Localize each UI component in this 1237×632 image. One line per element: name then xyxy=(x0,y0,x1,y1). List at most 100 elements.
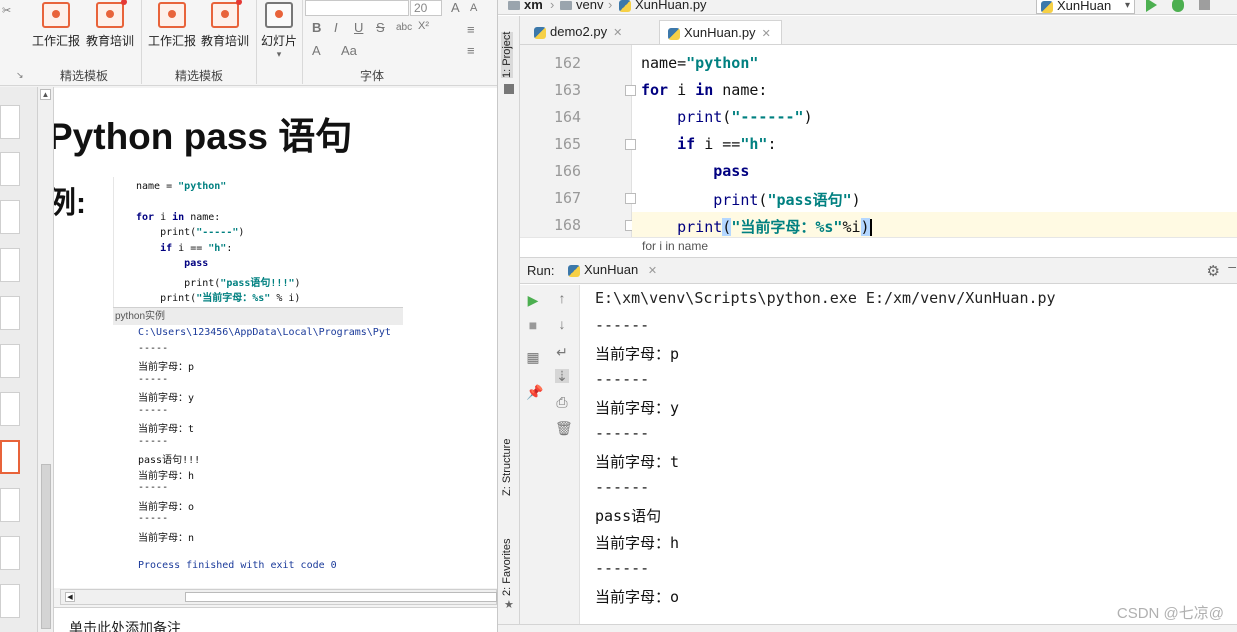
superscript-button[interactable]: X² xyxy=(418,20,429,32)
soft-wrap-icon[interactable]: ↵ xyxy=(555,345,569,359)
horizontal-scrollbar[interactable]: ◀ xyxy=(60,589,497,605)
console-line: ------ xyxy=(595,424,650,442)
close-icon[interactable]: ✕ xyxy=(648,265,657,277)
bold-button[interactable]: B xyxy=(312,20,321,35)
code-line: print("pass语句") xyxy=(713,191,861,209)
print-icon[interactable]: ⎙ xyxy=(555,395,569,409)
console-line: ------ xyxy=(595,478,650,496)
template-icon xyxy=(42,2,70,28)
ribbon-group-label: 字体 xyxy=(359,69,384,83)
close-icon[interactable]: ✕ xyxy=(762,28,771,40)
code-line: print("-----") xyxy=(136,227,245,238)
scrollbar-thumb[interactable] xyxy=(185,592,497,602)
ribbon-item-work-report-1[interactable]: 工作汇报 xyxy=(28,2,84,49)
output-line: ----- xyxy=(138,482,169,493)
tab-xunhuan[interactable]: XunHuan.py ✕ xyxy=(659,20,782,44)
slide-thumbnail[interactable] xyxy=(0,152,20,186)
fold-icon[interactable] xyxy=(625,193,636,204)
tab-demo2[interactable]: demo2.py ✕ xyxy=(526,20,632,44)
scroll-to-end-icon[interactable]: ⇣ xyxy=(555,369,569,383)
slide-thumbnail[interactable] xyxy=(0,536,20,570)
text-caret xyxy=(869,219,872,236)
ribbon-item-slide[interactable]: 幻灯片 ▾ xyxy=(251,2,307,60)
slide-thumbnail[interactable] xyxy=(0,344,20,378)
slide-thumbnail[interactable] xyxy=(0,392,20,426)
notes-placeholder[interactable]: 单击此处添加备注 xyxy=(54,607,497,632)
fold-icon[interactable] xyxy=(625,85,636,96)
layout-icon[interactable]: ▦ xyxy=(526,350,540,364)
run-tab[interactable]: XunHuan ✕ xyxy=(568,262,657,277)
breadcrumb-file[interactable]: XunHuan.py xyxy=(619,0,707,12)
run-icon[interactable] xyxy=(1146,0,1157,12)
slide-thumbnail[interactable] xyxy=(0,105,20,139)
ribbon-divider xyxy=(302,0,303,84)
slide-thumbnail[interactable] xyxy=(0,296,20,330)
output-line: ----- xyxy=(138,374,169,385)
slide-subtitle[interactable]: 例: xyxy=(54,178,86,222)
align-icon[interactable]: ≡ xyxy=(467,22,475,37)
breadcrumb-folder[interactable]: venv xyxy=(560,0,603,12)
debug-icon[interactable] xyxy=(1172,0,1184,12)
font-family-select[interactable] xyxy=(305,0,409,16)
code-line: pass xyxy=(713,162,750,180)
breadcrumb-project[interactable]: xm xyxy=(508,0,543,12)
arrow-down-icon[interactable]: ↓ xyxy=(555,317,569,331)
clipboard-icon[interactable]: ✂ xyxy=(2,4,11,17)
slide-canvas[interactable]: Python pass 语句 例: name = "python" for i … xyxy=(54,88,497,588)
code-breadcrumb[interactable]: for i in name xyxy=(520,237,1237,257)
slide-thumbnail[interactable] xyxy=(0,200,20,234)
trash-icon[interactable]: 🗑 xyxy=(555,421,573,435)
run-configuration-select[interactable]: XunHuan ▾ xyxy=(1036,0,1135,14)
scroll-up-icon[interactable]: ▲ xyxy=(40,89,51,100)
chevron-down-icon: ▾ xyxy=(1124,0,1130,11)
fold-icon[interactable] xyxy=(625,139,636,150)
underline-button[interactable]: U xyxy=(354,20,363,35)
code-screenshot[interactable]: name = "python" for i in name: print("--… xyxy=(113,177,403,308)
italic-button[interactable]: I xyxy=(334,20,338,35)
rerun-icon[interactable]: ▶ xyxy=(526,293,540,307)
gear-icon[interactable]: ⚙ xyxy=(1207,262,1220,280)
line-number: 168 xyxy=(554,216,582,234)
strikethrough-text-button[interactable]: abc xyxy=(396,22,412,33)
console-line: 当前字母：t xyxy=(595,453,680,471)
shrink-font-icon[interactable]: A xyxy=(470,2,477,14)
console-line: pass语句 xyxy=(595,507,662,525)
dialog-launcher-icon[interactable]: ↘ xyxy=(16,70,24,81)
code-editor[interactable]: 162 163 164 165 166 167 168 name="python… xyxy=(520,45,1237,238)
code-line: print("当前字母：%s"%i) xyxy=(677,218,872,236)
tab-project[interactable]: 1: Project xyxy=(501,31,513,78)
slide-thumbnail[interactable] xyxy=(0,584,20,618)
template-icon xyxy=(96,0,127,28)
slide-thumbnail[interactable] xyxy=(0,488,20,522)
slide-title[interactable]: Python pass 语句 xyxy=(54,106,352,160)
tab-structure[interactable]: Z: Structure xyxy=(501,439,513,496)
strikethrough-button[interactable]: S xyxy=(376,20,385,35)
font-color-button[interactable]: A xyxy=(312,43,321,58)
output-line: Process finished with exit code 0 xyxy=(138,560,337,571)
ribbon-item-work-report-2[interactable]: 工作汇报 xyxy=(144,2,200,49)
close-icon[interactable]: ✕ xyxy=(613,27,622,39)
vertical-scrollbar[interactable]: ▲ xyxy=(38,87,54,632)
breadcrumb-separator: › xyxy=(608,0,613,12)
output-line: 当前字母：n xyxy=(138,533,195,544)
scrollbar-thumb[interactable] xyxy=(41,464,51,629)
minimize-icon[interactable]: – xyxy=(1228,258,1236,274)
arrow-up-icon[interactable]: ↑ xyxy=(555,291,569,305)
ribbon-item-education-1[interactable]: 教育培训 xyxy=(82,0,138,49)
output-screenshot[interactable]: C:\Users\123456\AppData\Local\Programs\P… xyxy=(113,325,403,578)
font-size-select[interactable]: 20 xyxy=(410,0,442,16)
stop-icon[interactable]: ■ xyxy=(526,318,540,332)
slide-thumbnail-selected[interactable] xyxy=(0,440,20,474)
code-line: pass xyxy=(184,258,209,269)
pin-icon[interactable]: 📌 xyxy=(526,385,543,399)
slide-thumbnail[interactable] xyxy=(0,248,20,282)
code-line: name="python" xyxy=(641,54,759,72)
ribbon-item-education-2[interactable]: 教育培训 xyxy=(197,0,253,49)
stop-icon[interactable] xyxy=(1199,0,1210,10)
tab-favorites[interactable]: 2: Favorites xyxy=(501,539,513,596)
grow-font-icon[interactable]: A xyxy=(451,0,460,15)
scroll-left-icon[interactable]: ◀ xyxy=(65,592,75,602)
indent-icon[interactable]: ≡ xyxy=(467,43,475,58)
run-console[interactable]: E:\xm\venv\Scripts\python.exe E:/xm/venv… xyxy=(580,285,1237,632)
change-case-button[interactable]: Aa xyxy=(341,43,357,58)
